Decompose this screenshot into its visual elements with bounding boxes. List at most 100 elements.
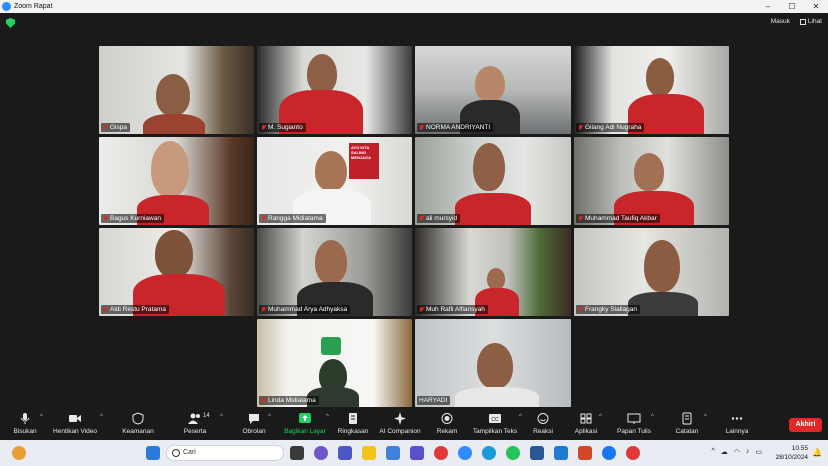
cloud-icon[interactable]: ☁ [721, 448, 728, 456]
participants-label: Peserta [183, 428, 207, 435]
wifi-icon[interactable]: ◠ [734, 448, 740, 456]
people-icon [188, 413, 200, 424]
mic-muted-icon [419, 124, 424, 131]
clock-time: 10.55 [791, 445, 808, 452]
powerpoint-icon[interactable] [578, 446, 592, 460]
mic-muted-icon [261, 124, 266, 131]
minimize-button[interactable]: – [756, 0, 780, 13]
app-icon[interactable] [410, 446, 424, 460]
video-options-caret[interactable]: ^ [100, 414, 103, 420]
participant-body [455, 193, 531, 225]
store-icon[interactable] [386, 446, 400, 460]
apps-options-caret[interactable]: ^ [599, 414, 602, 420]
video-tile[interactable]: HARYADI [415, 319, 571, 407]
more-button[interactable]: Lainnya [708, 412, 766, 435]
teams-icon[interactable] [338, 446, 352, 460]
whiteboard-icon [627, 413, 641, 424]
participants-button[interactable]: Peserta [166, 412, 224, 435]
audio-options-caret[interactable]: ^ [40, 414, 43, 420]
participant-namebar: Gispa [101, 123, 130, 132]
chrome-profile-icon[interactable] [626, 446, 640, 460]
word-icon[interactable] [530, 446, 544, 460]
participant-namebar: Bagus Kurniawan [101, 214, 164, 223]
tray-chevron-icon[interactable]: ^ [711, 448, 714, 456]
security-button[interactable]: Keamanan [109, 412, 167, 435]
view-button[interactable]: Lihat [799, 18, 822, 25]
participant-name: Muhammad Taufiq Akbar [585, 215, 657, 222]
mic-muted-icon [578, 124, 583, 131]
summary-label: Ringkasan [337, 428, 369, 435]
chat-bubble-icon [249, 414, 259, 424]
ai-companion-label: AI Companion [379, 428, 421, 435]
microphone-icon [20, 413, 30, 424]
video-tile[interactable]: NORMA ANDRIYANTI [415, 46, 571, 134]
video-camera-icon [69, 415, 81, 422]
whiteboard-label: Papan Tulis [617, 428, 651, 435]
participant-namebar: Muhammad Taufiq Akbar [576, 214, 660, 223]
participant-name: Frangky Siallagan [585, 306, 638, 313]
chat-button[interactable]: Obrolan [225, 412, 283, 435]
chat-options-caret[interactable]: ^ [268, 414, 271, 420]
start-windows-icon[interactable] [146, 446, 160, 460]
volume-icon[interactable]: ♪ [746, 448, 750, 456]
record-icon [441, 413, 453, 424]
whatsapp-icon[interactable] [506, 446, 520, 460]
video-tile[interactable]: Muhammad Arya Adhyaksa [257, 228, 412, 316]
participant-face [151, 141, 189, 197]
clock-date: 28/10/2024 [775, 454, 808, 461]
window-title: Zoom Rapat [14, 3, 53, 10]
mail-icon[interactable] [554, 446, 568, 460]
video-tile-active-speaker[interactable]: AYO KITA SALING MENJAGA Rangga Midiatama [257, 137, 412, 225]
video-tile[interactable]: Gilang Adi Nugraha [574, 46, 729, 134]
video-tile[interactable]: M. Sugianto [257, 46, 412, 134]
video-tile[interactable]: ali mursyid [415, 137, 571, 225]
video-tile[interactable]: Gispa [99, 46, 254, 134]
whiteboard-button[interactable]: Papan Tulis [605, 412, 663, 435]
facebook-icon[interactable] [602, 446, 616, 460]
participant-body [455, 387, 539, 407]
participant-namebar: NORMA ANDRIYANTI [417, 123, 494, 132]
participant-face [634, 153, 664, 191]
edge-icon[interactable] [482, 446, 496, 460]
zoom-logo-icon [2, 2, 11, 11]
mic-muted-icon [261, 397, 266, 404]
task-view-icon[interactable] [290, 446, 304, 460]
chrome-icon[interactable] [434, 446, 448, 460]
security-shield-icon[interactable] [6, 18, 15, 28]
video-tile[interactable]: Frangky Siallagan [574, 228, 729, 316]
notification-bell-icon[interactable]: 🔔 [812, 448, 822, 457]
notes-icon [682, 412, 692, 425]
participant-face [315, 151, 347, 191]
whiteboard-options-caret[interactable]: ^ [651, 414, 654, 420]
end-meeting-button[interactable]: Akhiri [789, 418, 822, 432]
more-dots-icon [731, 417, 743, 420]
participant-face [155, 230, 193, 278]
battery-icon[interactable]: ▭ [755, 448, 762, 456]
file-explorer-icon[interactable] [362, 446, 376, 460]
notes-options-caret[interactable]: ^ [704, 414, 707, 420]
video-tile[interactable]: Muhammad Taufiq Akbar [574, 137, 729, 225]
stop-video-button[interactable]: Hentikan Video [46, 412, 104, 435]
participant-name: Bagus Kurniawan [110, 215, 161, 222]
participants-options-caret[interactable]: ^ [220, 414, 223, 420]
mute-label: Bisukan [13, 428, 37, 435]
weather-widget-icon[interactable] [12, 446, 26, 460]
participant-namebar: Muhammad Arya Adhyaksa [259, 305, 351, 314]
signin-button[interactable]: Masuk [771, 18, 790, 25]
copilot-icon[interactable] [314, 446, 328, 460]
taskbar-search-box[interactable]: Cari [166, 445, 284, 461]
participant-name: Muhammad Arya Adhyaksa [268, 306, 348, 313]
participant-name: M. Sugianto [268, 124, 303, 131]
maximize-button[interactable]: ☐ [780, 0, 804, 13]
participant-name: NORMA ANDRIYANTI [426, 124, 491, 131]
video-tile[interactable]: Muh Rafli Alfiansyah [415, 228, 571, 316]
video-tile[interactable]: Bagus Kurniawan [99, 137, 254, 225]
zoom-taskbar-icon[interactable] [458, 446, 472, 460]
windows-taskbar: Cari ^ ☁ ◠ ♪ ▭ 10.55 28/10/2024 🔔 [0, 440, 828, 466]
participant-name: ali mursyid [426, 215, 458, 222]
close-button[interactable]: ✕ [804, 0, 828, 13]
video-tile[interactable]: Linda Midiatama [257, 319, 412, 407]
video-tile[interactable]: Aldi Restu Pratama [99, 228, 254, 316]
taskbar-clock[interactable]: 10.55 28/10/2024 [775, 444, 808, 462]
participant-name: Muh Rafli Alfiansyah [426, 306, 485, 313]
